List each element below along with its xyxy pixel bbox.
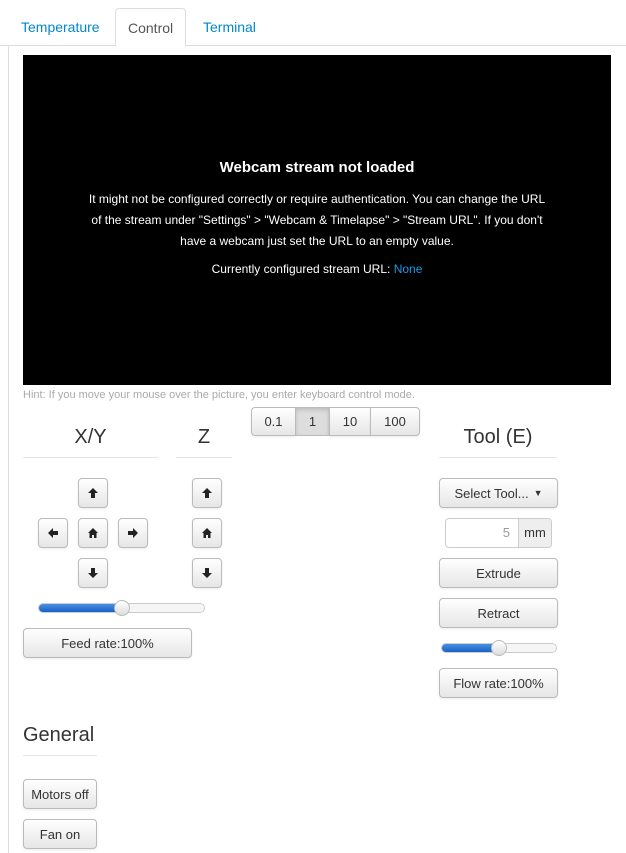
webcam-title: Webcam stream not loaded — [219, 159, 415, 176]
extrude-button[interactable]: Extrude — [439, 558, 558, 588]
home-icon — [88, 528, 98, 538]
feed-rate-button[interactable]: Feed rate:100% — [23, 628, 192, 658]
arrow-down-icon — [202, 568, 212, 578]
select-tool-dropdown[interactable]: Select Tool... ▼ — [439, 478, 558, 508]
tab-temperature[interactable]: Temperature — [9, 8, 112, 46]
tab-bar: Temperature Control Terminal — [0, 0, 626, 47]
caret-down-icon: ▼ — [533, 488, 543, 498]
webcam-url-value[interactable]: None — [394, 262, 423, 276]
z-header: Z — [176, 426, 232, 458]
extrude-unit-label: mm — [518, 519, 551, 547]
webcam-url-label: Currently configured stream URL: — [211, 262, 391, 276]
y-plus-button[interactable] — [78, 478, 108, 508]
webcam-container[interactable]: Webcam stream not loaded It might not be… — [23, 55, 611, 385]
arrow-left-icon — [48, 528, 58, 538]
flow-rate-handle[interactable] — [491, 640, 507, 656]
flow-rate-button[interactable]: Flow rate:100% — [439, 668, 558, 698]
distance-1-button[interactable]: 1 — [295, 407, 330, 436]
distance-100-button[interactable]: 100 — [370, 407, 420, 436]
fan-on-button[interactable]: Fan on — [23, 819, 97, 849]
tab-control[interactable]: Control — [115, 8, 187, 47]
tool-header: Tool (E) — [439, 426, 557, 458]
z-minus-button[interactable] — [192, 558, 222, 588]
tab-terminal[interactable]: Terminal — [191, 8, 268, 46]
x-minus-button[interactable] — [38, 518, 68, 548]
distance-0-1-button[interactable]: 0.1 — [251, 407, 296, 436]
xy-home-button[interactable] — [78, 518, 108, 548]
feed-rate-handle[interactable] — [113, 600, 130, 616]
webcam-message: It might not be configured correctly or … — [88, 192, 546, 248]
extrude-amount-group: 5 mm — [445, 518, 552, 548]
select-tool-label: Select Tool... — [454, 485, 529, 501]
z-home-button[interactable] — [192, 518, 222, 548]
xy-header: X/Y — [23, 426, 158, 458]
hint-text: Hint: If you move your mouse over the pi… — [23, 389, 415, 401]
general-header: General — [23, 724, 97, 756]
x-plus-button[interactable] — [118, 518, 148, 548]
arrow-down-icon — [88, 568, 98, 578]
retract-button[interactable]: Retract — [439, 598, 558, 628]
motors-off-button[interactable]: Motors off — [23, 779, 97, 809]
arrow-right-icon — [128, 528, 138, 538]
feed-rate-fill — [39, 604, 122, 612]
home-icon — [202, 528, 212, 538]
y-minus-button[interactable] — [78, 558, 108, 588]
feed-rate-slider[interactable] — [38, 600, 205, 616]
arrow-up-icon — [202, 488, 212, 498]
distance-10-button[interactable]: 10 — [329, 407, 371, 436]
webcam-current-url: Currently configured stream URL: None — [23, 262, 611, 276]
extrude-amount-input[interactable]: 5 — [446, 519, 518, 547]
arrow-up-icon — [88, 488, 98, 498]
z-plus-button[interactable] — [192, 478, 222, 508]
flow-rate-slider[interactable] — [441, 640, 557, 656]
